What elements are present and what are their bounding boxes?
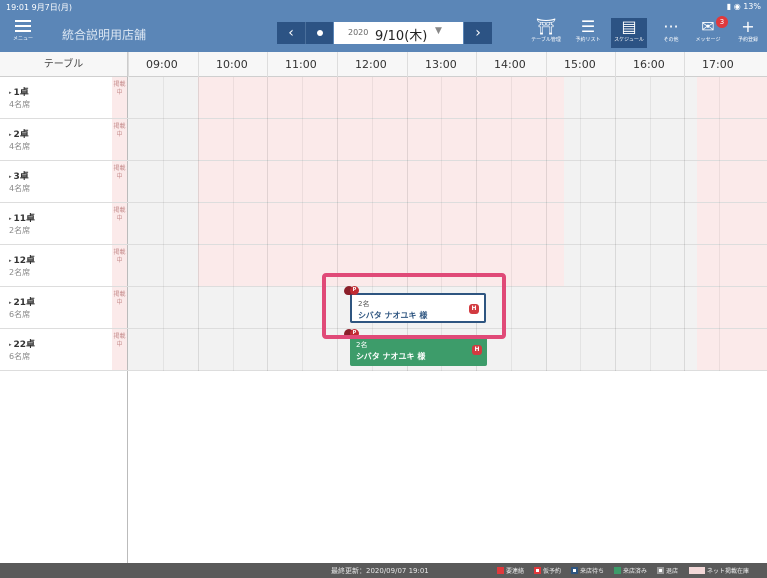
- nav-table-management[interactable]: ⛩ テーブル管理: [528, 17, 564, 44]
- nav-schedule[interactable]: ▤ スケジュール: [611, 18, 647, 48]
- last-updated: 最終更新：2020/09/07 19:01: [331, 567, 429, 575]
- table-seats: 4名席: [9, 184, 31, 193]
- nav-add-reservation[interactable]: + 予約登録: [732, 17, 764, 44]
- date-year: 2020: [348, 28, 369, 37]
- publish-status: 掲載中: [112, 287, 127, 328]
- date-selector[interactable]: 2020 9/10(木) ▼: [334, 22, 463, 44]
- date-main: 9/10(木): [375, 29, 428, 44]
- table-list: ▸ 1卓 4名席 掲載中 ▸ 2卓 4名席 掲載中 ▸ 3卓 4名席 掲載中 ▸ 11卓…: [0, 77, 128, 563]
- time-label: 10:00: [198, 52, 267, 77]
- table-name: 2卓: [13, 130, 29, 140]
- table-name: 11卓: [13, 214, 36, 224]
- time-label: 13:00: [407, 52, 476, 77]
- reservation-name: シバタ ナオユキ 様: [356, 352, 426, 361]
- table-name: 12卓: [13, 256, 36, 266]
- message-badge: 3: [716, 16, 728, 28]
- time-label: 09:00: [128, 52, 197, 77]
- publish-status: 掲載中: [112, 119, 127, 160]
- legend-item: 退店: [657, 566, 678, 575]
- timeline-header: テーブル 09:00 10:00 11:00 12:00 13:00 14:00…: [0, 52, 767, 77]
- legend-item: 来店済み: [614, 566, 647, 575]
- expand-icon: ▸: [9, 132, 12, 138]
- list-icon: ☰: [580, 17, 596, 36]
- chevron-down-icon: ▼: [435, 26, 442, 36]
- table-seats: 2名席: [9, 268, 31, 277]
- table-row-label[interactable]: ▸ 1卓 4名席 掲載中: [0, 77, 128, 119]
- expand-icon: ▸: [9, 216, 12, 222]
- legend-item: ネット掲載在庫: [689, 566, 749, 575]
- focus-highlight: [322, 273, 506, 339]
- table-name: 1卓: [13, 88, 29, 98]
- table-seats: 4名席: [9, 100, 31, 109]
- table-seats: 6名席: [9, 352, 31, 361]
- chevron-left-icon: ‹: [288, 25, 294, 41]
- next-day-button[interactable]: ›: [464, 22, 492, 44]
- expand-icon: ▸: [9, 174, 12, 180]
- publish-status: 掲載中: [112, 329, 127, 370]
- chevron-right-icon: ›: [475, 25, 481, 41]
- timeline-row[interactable]: [128, 119, 767, 161]
- publish-status: 掲載中: [112, 203, 127, 244]
- table-icon: ⛩: [535, 17, 557, 36]
- table-name: 21卓: [13, 298, 36, 308]
- add-icon: +: [741, 17, 755, 36]
- table-seats: 6名席: [9, 310, 31, 319]
- time-label: 17:00: [684, 52, 767, 77]
- menu-label: メニュー: [12, 36, 33, 42]
- table-row-label[interactable]: ▸ 12卓 2名席 掲載中: [0, 245, 128, 287]
- expand-icon: ▸: [9, 300, 12, 306]
- table-row-label[interactable]: ▸ 11卓 2名席 掲載中: [0, 203, 128, 245]
- schedule-grid: ▸ 1卓 4名席 掲載中 ▸ 2卓 4名席 掲載中 ▸ 3卓 4名席 掲載中 ▸ 11卓…: [0, 77, 767, 563]
- table-seats: 4名席: [9, 142, 31, 151]
- status-battery: ▮ ◉ 13%: [726, 2, 761, 11]
- h-badge-icon: H: [472, 345, 482, 355]
- time-label: 11:00: [267, 52, 336, 77]
- battery-percent: 13%: [743, 2, 761, 11]
- time-label: 12:00: [337, 52, 406, 77]
- nav-other[interactable]: ··· その他: [658, 17, 684, 44]
- dot-icon: [317, 30, 323, 36]
- publish-status: 掲載中: [112, 77, 127, 118]
- more-icon: ···: [663, 17, 679, 36]
- table-name: 22卓: [13, 340, 36, 350]
- hamburger-icon: [15, 20, 31, 32]
- status-time: 19:01 9月7日(月): [6, 3, 73, 12]
- legend-item: 要連絡: [497, 566, 524, 575]
- expand-icon: ▸: [9, 90, 12, 96]
- publish-status: 掲載中: [112, 161, 127, 202]
- expand-icon: ▸: [9, 258, 12, 264]
- app-header: 19:01 9月7日(月) ▮ ◉ 13% メニュー 統合説明用店舗 ‹ 202…: [0, 0, 767, 52]
- legend-item: 仮予約: [534, 566, 561, 575]
- timeline-row[interactable]: [128, 77, 767, 119]
- table-name: 3卓: [13, 172, 29, 182]
- timeline-row[interactable]: [128, 203, 767, 245]
- nav-reservation-list[interactable]: ☰ 予約リスト: [570, 17, 606, 44]
- table-column-header: テーブル: [0, 52, 128, 77]
- table-row-label[interactable]: ▸ 22卓 6名席 掲載中: [0, 329, 128, 371]
- table-seats: 2名席: [9, 226, 31, 235]
- time-label: 15:00: [546, 52, 615, 77]
- timeline-row[interactable]: [128, 161, 767, 203]
- today-button[interactable]: [305, 22, 333, 44]
- timeline-area[interactable]: 2名 シバタ ナオユキ 様 H P 2名 シバタ ナオユキ 様 H P: [128, 77, 767, 563]
- publish-status: 掲載中: [112, 245, 127, 286]
- table-row-label[interactable]: ▸ 2卓 4名席 掲載中: [0, 119, 128, 161]
- time-label: 16:00: [615, 52, 684, 77]
- table-row-label[interactable]: ▸ 21卓 6名席 掲載中: [0, 287, 128, 329]
- table-row-label[interactable]: ▸ 3卓 4名席 掲載中: [0, 161, 128, 203]
- reservation-card[interactable]: 2名 シバタ ナオユキ 様 H: [350, 336, 487, 366]
- reservation-party-size: 2名: [356, 341, 368, 349]
- prev-day-button[interactable]: ‹: [277, 22, 305, 44]
- legend-item: 来店待ち: [571, 566, 604, 575]
- time-label: 14:00: [476, 52, 545, 77]
- schedule-icon: ▤: [621, 17, 637, 36]
- store-name: 統合説明用店舗: [62, 28, 147, 42]
- status-footer: 最終更新：2020/09/07 19:01 要連絡 仮予約 来店待ち 来店済み …: [0, 563, 767, 578]
- expand-icon: ▸: [9, 342, 12, 348]
- menu-button[interactable]: メニュー: [12, 18, 34, 46]
